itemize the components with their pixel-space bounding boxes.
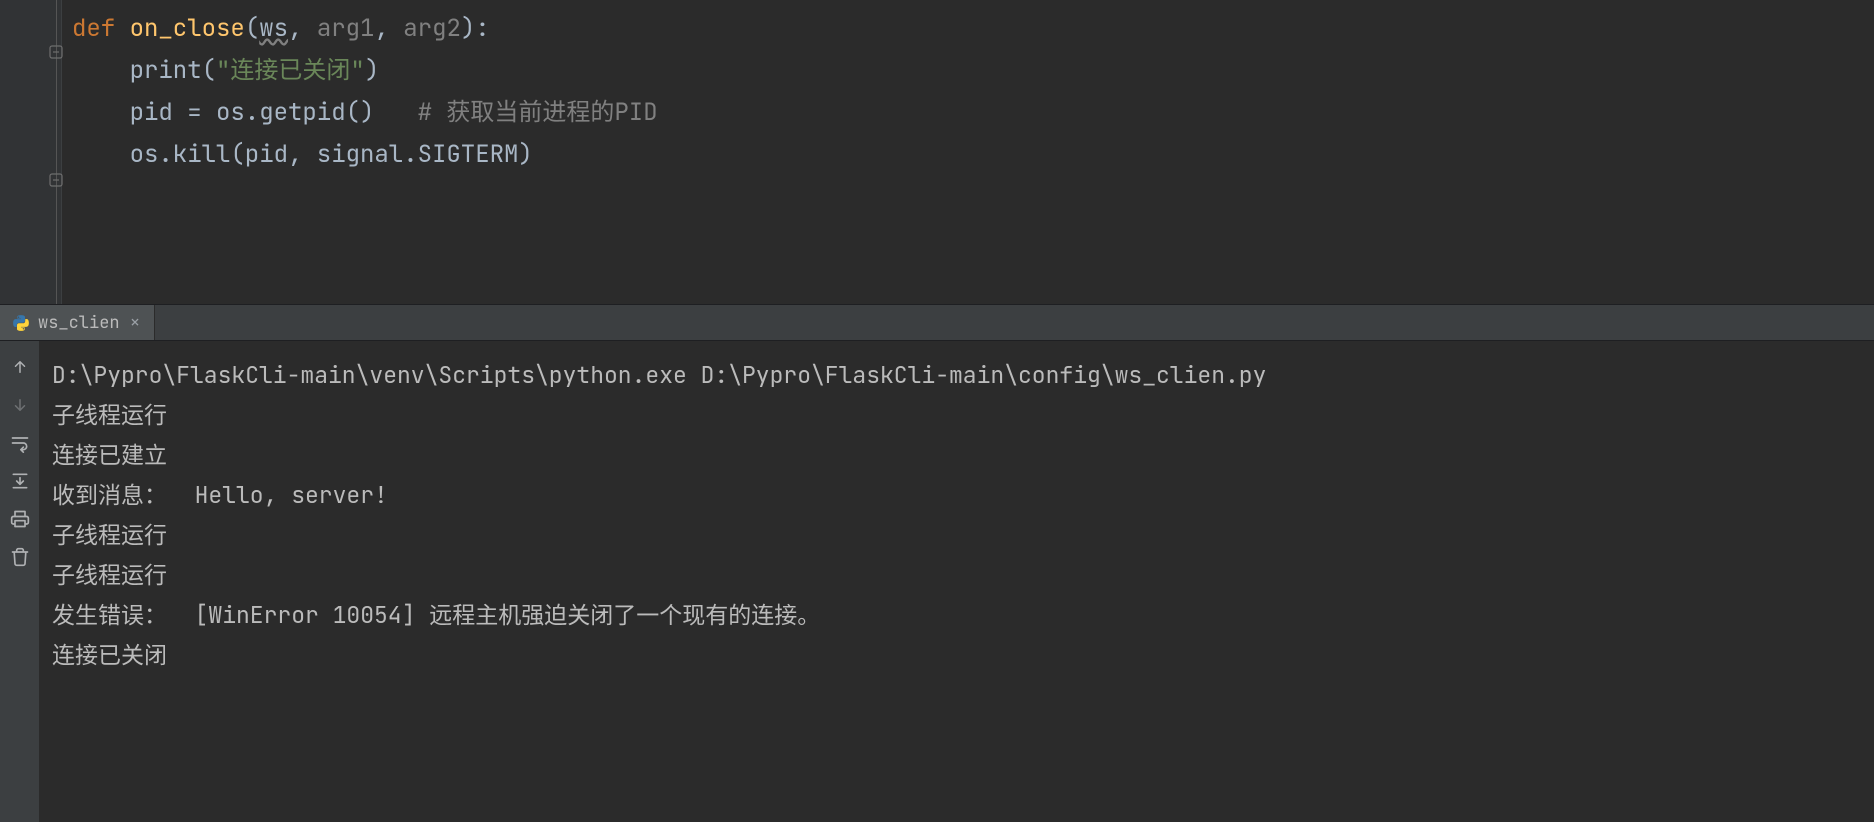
- code-token: # 获取当前进程的PID: [418, 97, 658, 128]
- run-body: D:\Pypro\FlaskCli-main\venv\Scripts\pyth…: [0, 341, 1874, 822]
- down-arrow-icon[interactable]: [8, 393, 32, 417]
- code-line: pid = os.getpid() # 获取当前进程的PID: [72, 92, 1874, 134]
- code-line: def on_close(ws, arg1, arg2):: [72, 8, 1874, 50]
- code-token: "连接已关闭": [216, 55, 365, 86]
- code-editor[interactable]: def on_close(ws, arg1, arg2): print("连接已…: [0, 0, 1874, 304]
- close-icon[interactable]: ×: [130, 311, 141, 334]
- console-line: 子线程运行: [52, 515, 1862, 555]
- trash-icon[interactable]: [8, 545, 32, 569]
- soft-wrap-icon[interactable]: [8, 431, 32, 455]
- print-icon[interactable]: [8, 507, 32, 531]
- ide-window: def on_close(ws, arg1, arg2): print("连接已…: [0, 0, 1874, 822]
- code-token: on_close: [130, 13, 245, 44]
- console-output[interactable]: D:\Pypro\FlaskCli-main\venv\Scripts\pyth…: [40, 341, 1874, 822]
- scroll-to-end-icon[interactable]: [8, 469, 32, 493]
- code-token: ): [365, 55, 379, 86]
- code-token: ):: [461, 13, 490, 44]
- code-token: arg1: [317, 13, 375, 44]
- run-tab-label: ws_clien: [38, 312, 120, 334]
- code-token: ,: [374, 13, 403, 44]
- code-token: os.kill(pid, signal.SIGTERM): [130, 139, 533, 170]
- python-icon: [12, 314, 30, 332]
- fold-toggle-icon[interactable]: [48, 44, 64, 60]
- run-toolbar: [0, 341, 40, 822]
- fold-end-icon[interactable]: [48, 172, 64, 188]
- console-line: 子线程运行: [52, 555, 1862, 595]
- code-line: print("连接已关闭"): [72, 50, 1874, 92]
- console-line: 连接已关闭: [52, 635, 1862, 675]
- run-tab-ws-clien[interactable]: ws_clien ×: [0, 305, 155, 340]
- code-line: os.kill(pid, signal.SIGTERM): [72, 134, 1874, 176]
- console-line: 连接已建立: [52, 435, 1862, 475]
- code-token: print(: [130, 55, 216, 86]
- code-token: def: [72, 13, 130, 44]
- up-arrow-icon[interactable]: [8, 355, 32, 379]
- code-token: (: [245, 13, 259, 44]
- code-token: ws: [259, 13, 288, 44]
- console-line: 子线程运行: [52, 395, 1862, 435]
- code-content[interactable]: def on_close(ws, arg1, arg2): print("连接已…: [62, 0, 1874, 304]
- console-line: D:\Pypro\FlaskCli-main\venv\Scripts\pyth…: [52, 355, 1862, 395]
- code-token: arg2: [403, 13, 461, 44]
- run-tool-window: ws_clien ×: [0, 304, 1874, 822]
- code-token: ,: [288, 13, 317, 44]
- code-token: pid = os.getpid(): [130, 97, 418, 128]
- run-tabs: ws_clien ×: [0, 305, 1874, 341]
- console-line: 发生错误： [WinError 10054] 远程主机强迫关闭了一个现有的连接。: [52, 595, 1862, 635]
- editor-gutter: [0, 0, 62, 304]
- console-line: 收到消息： Hello, server!: [52, 475, 1862, 515]
